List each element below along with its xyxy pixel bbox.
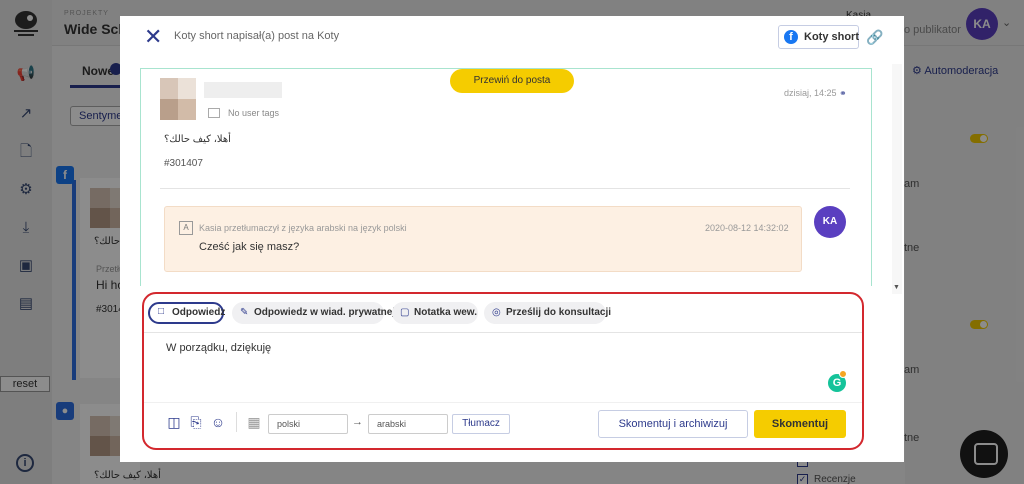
translation-meta: Kasia przetłumaczył z języka arabski na …: [199, 223, 407, 233]
tag-icon: [208, 108, 220, 118]
author-avatar: [160, 78, 196, 120]
grammarly-badge: [839, 370, 847, 378]
emoji-icon[interactable]: ☺: [210, 414, 226, 430]
close-icon[interactable]: ✕: [144, 26, 162, 48]
jump-to-post-button[interactable]: Przewiń do posta: [450, 69, 574, 93]
comment-and-archive-button[interactable]: Skomentuj i archiwizuj: [598, 410, 748, 438]
comment-button[interactable]: Skomentuj: [754, 410, 846, 438]
consult-icon: ◎: [492, 307, 501, 318]
scroll-down-icon[interactable]: ▼: [893, 284, 900, 291]
divider: [144, 332, 862, 333]
facebook-icon: f: [784, 30, 798, 44]
target-page: Koty: [317, 30, 340, 42]
arrow-right-icon: →: [352, 416, 363, 428]
note-icon: ▢: [400, 307, 410, 318]
modal-title: Koty short napisał(a) post na Koty: [174, 30, 339, 42]
tab-reply[interactable]: □ Odpowiedz: [148, 302, 225, 324]
translate-button[interactable]: Tłumacz: [452, 414, 510, 434]
private-message-icon: ✎: [240, 307, 249, 318]
user-tags: No user tags: [228, 108, 280, 118]
translate-icon: ▦: [247, 414, 261, 430]
post-text: أهلا، كيف حالك؟: [164, 134, 231, 145]
reply-composer: □ Odpowiedz ✎ Odpowiedz w wiad. prywatnej …: [142, 292, 864, 450]
image-icon[interactable]: ◫: [166, 414, 182, 430]
page-button[interactable]: f Koty short: [778, 25, 859, 49]
post-id: #301407: [164, 158, 203, 169]
tab-private-reply[interactable]: ✎ Odpowiedz w wiad. prywatnej: [232, 302, 395, 324]
chat-bubble-icon: □: [158, 306, 165, 317]
translate-icon: A: [179, 221, 193, 235]
avatar: KA: [814, 206, 846, 238]
author-name-blurred: [204, 82, 282, 98]
source-language-select[interactable]: polski: [268, 414, 348, 434]
divider: [160, 188, 850, 189]
divider: [236, 412, 237, 432]
tab-send-to-consultation[interactable]: ◎ Prześlij do konsultacji: [484, 302, 611, 324]
scrollbar[interactable]: [892, 64, 902, 294]
translation-text: Cześć jak się masz?: [199, 241, 300, 253]
link-icon[interactable]: ⚭: [839, 88, 847, 98]
page-button-label: Koty short: [804, 31, 859, 43]
tab-internal-note[interactable]: ▢ Notatka wew.: [392, 302, 478, 324]
target-language-select[interactable]: arabski: [368, 414, 448, 434]
modal-header: ✕ Koty short napisał(a) post na Koty f K…: [120, 16, 904, 60]
author-name: Koty short: [174, 30, 224, 42]
title-action: napisał(a) post na: [223, 30, 318, 42]
translation-date: 2020-08-12 14:32:02: [705, 223, 789, 233]
bookmark-icon[interactable]: ⎘: [188, 414, 204, 430]
divider: [144, 402, 862, 403]
link-icon[interactable]: 🔗: [866, 29, 883, 46]
reply-input[interactable]: W porządku, dziękuję: [166, 342, 271, 354]
post-timestamp: dzisiaj, 14:25 ⚭: [784, 88, 847, 98]
post-modal: ✕ Koty short napisał(a) post na Koty f K…: [120, 16, 904, 462]
translated-comment: A Kasia przetłumaczył z języka arabski n…: [164, 206, 802, 272]
